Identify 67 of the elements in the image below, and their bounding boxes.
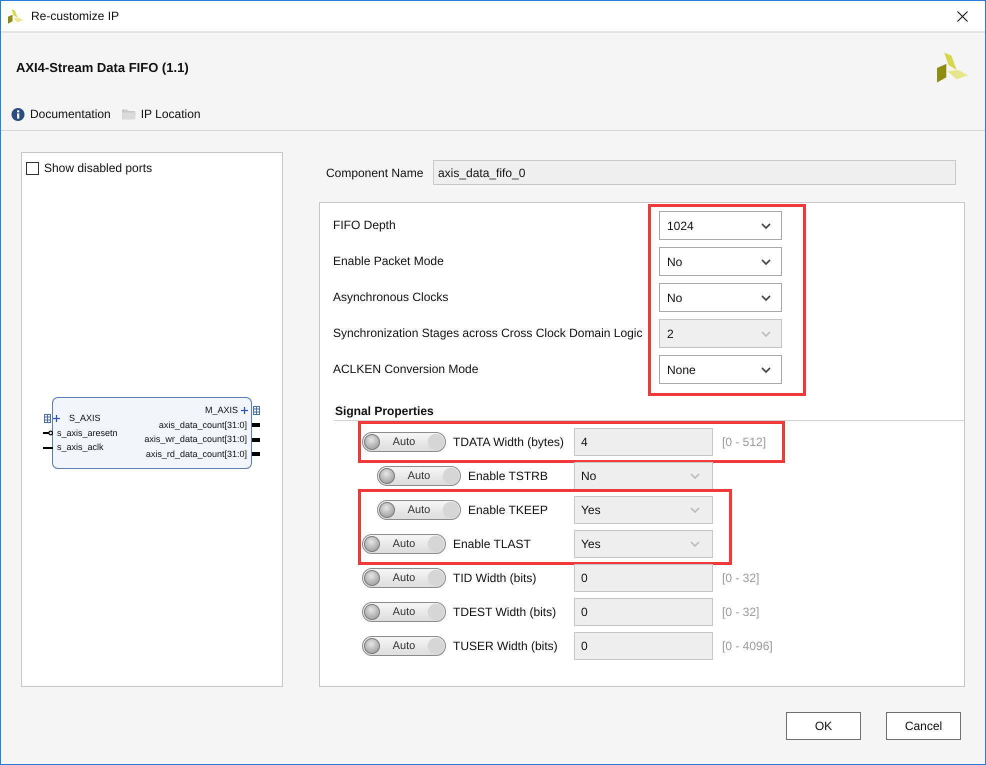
chevron-down-icon (761, 366, 771, 372)
chevron-down-icon (690, 507, 700, 513)
signal-label: Enable TSTRB (468, 469, 548, 483)
field-label: Component Name (326, 166, 424, 180)
chevron-down-icon (761, 294, 771, 300)
signal-label: TUSER Width (bits) (453, 639, 558, 653)
switch-knob-icon (364, 536, 380, 552)
plus-icon (241, 406, 248, 414)
checkbox-label: Show disabled ports (44, 161, 152, 175)
switch-knob-icon (364, 570, 380, 586)
plus-icon (53, 414, 60, 422)
port-label: axis_wr_data_count[31:0] (144, 434, 247, 446)
range-hint: [0 - 32] (722, 571, 760, 585)
range-hint: [0 - 32] (722, 605, 760, 619)
logo-icon (937, 52, 968, 82)
toolbar-button[interactable]: Documentation (11, 105, 111, 123)
dropdown-field[interactable]: No (659, 247, 782, 276)
info-icon (11, 108, 25, 120)
range-hint: [0 - 512] (722, 435, 766, 449)
param-label: ACLKEN Conversion Mode (333, 361, 480, 378)
port-label: M_AXIS (204, 404, 238, 416)
port-label: axis_data_count[31:0] (158, 420, 247, 431)
bus-icon (253, 406, 260, 415)
param-label: FIFO Depth (333, 217, 397, 234)
section-heading: Signal Properties (335, 404, 434, 418)
dropdown-field[interactable]: None (659, 355, 782, 384)
range-hint: [0 - 4096] (722, 639, 773, 653)
chevron-down-icon (761, 222, 771, 228)
switch-knob-icon (364, 638, 380, 654)
folder-icon (122, 108, 136, 120)
inverted-pin-icon (43, 430, 53, 436)
dropdown-field[interactable]: No (659, 283, 782, 312)
ip-title: AXI4-Stream Data FIFO (1.1) (16, 60, 189, 74)
dropdown-field[interactable]: 1024 (659, 211, 782, 240)
close-icon (956, 10, 968, 22)
checkbox[interactable] (26, 162, 39, 174)
input-field[interactable]: axis_data_fifo_0 (433, 160, 956, 185)
chevron-down-icon (690, 541, 700, 547)
port-label: s_axis_aclk (57, 442, 104, 454)
signal-label: TID Width (bits) (453, 571, 536, 585)
bus-pin-icon (252, 452, 260, 456)
signal-label: TDEST Width (bits) (453, 605, 556, 619)
switch-knob-icon (364, 434, 380, 450)
chevron-down-icon (761, 330, 771, 336)
bus-icon (44, 414, 51, 423)
chevron-down-icon (690, 473, 700, 479)
port-label: axis_rd_data_count[31:0] (146, 448, 247, 460)
dialog-button[interactable]: OK (786, 712, 861, 740)
param-label: Synchronization Stages across Cross Clock Domain Logic (333, 325, 644, 342)
param-label: Enable Packet Mode (333, 253, 445, 270)
bus-pin-icon (252, 438, 260, 442)
toolbar-button[interactable]: IP Location (122, 105, 201, 123)
logo-icon (8, 8, 23, 24)
signal-label: Enable TKEEP (468, 503, 548, 517)
bus-pin-icon (252, 423, 260, 428)
switch-knob-icon (379, 468, 395, 484)
chevron-down-icon (761, 258, 771, 264)
switch-knob-icon (379, 502, 395, 518)
port-label: S_AXIS (69, 412, 101, 424)
pin-icon (43, 444, 53, 451)
switch-knob-icon (364, 604, 380, 620)
signal-label: Enable TLAST (453, 537, 531, 551)
param-label: Asynchronous Clocks (333, 289, 450, 306)
signal-label: TDATA Width (bytes) (453, 435, 564, 449)
dialog-button[interactable]: Cancel (886, 712, 961, 740)
port-label: s_axis_aresetn (57, 428, 118, 439)
window-title: Re-customize IP (31, 9, 120, 23)
